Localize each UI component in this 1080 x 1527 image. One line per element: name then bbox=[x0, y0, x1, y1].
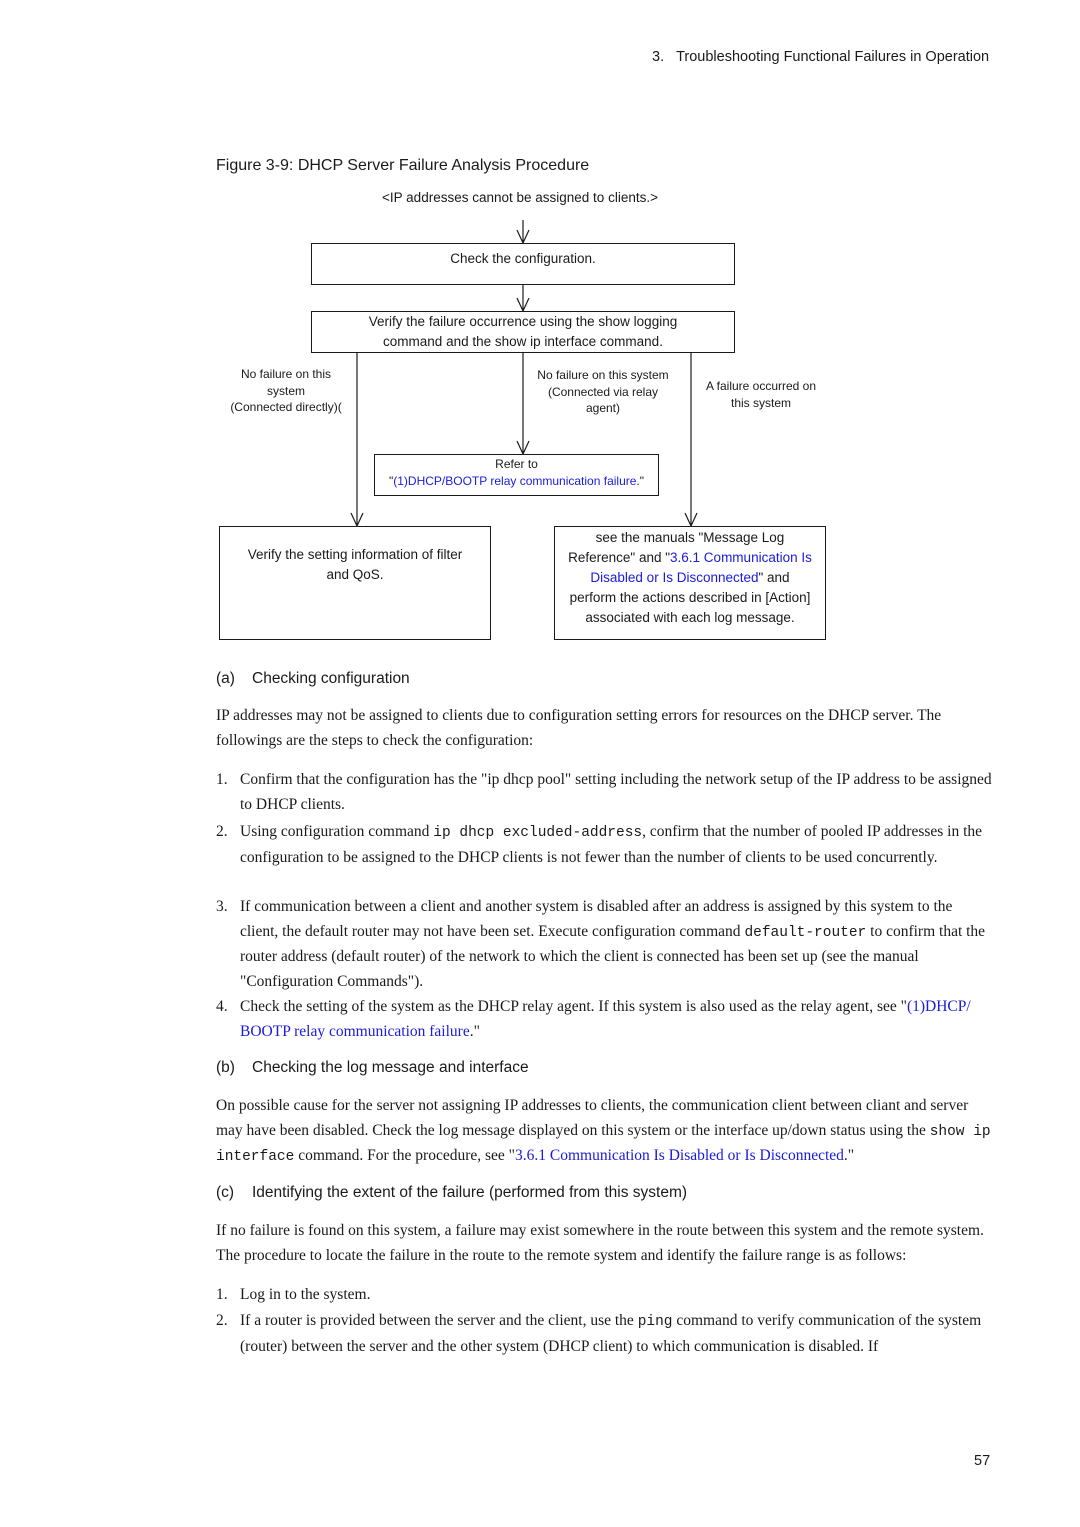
inline-code: ping bbox=[637, 1314, 673, 1330]
box-message-log-reference: see the manuals "Message Log Reference" … bbox=[554, 526, 826, 640]
box-log-line-2-text: Reference" and " bbox=[568, 550, 671, 565]
list-item-text: Check the setting of the system as the D… bbox=[240, 998, 907, 1015]
branch-left-line-1: No failure on this bbox=[240, 367, 332, 381]
list-item-text: If a router is provided between the serv… bbox=[240, 1312, 638, 1329]
box-check-configuration-text: Check the configuration. bbox=[450, 251, 596, 266]
section-b-marker: (b) bbox=[216, 1059, 235, 1076]
section-c-heading: (c) Identifying the extent of the failure… bbox=[216, 1184, 687, 1202]
section-a-heading: (a) Checking configuration bbox=[216, 670, 410, 688]
paragraph-text: On possible cause for the server not ass… bbox=[216, 1097, 969, 1139]
list-item-text: Confirm that the configuration has the "… bbox=[240, 771, 992, 813]
list-item: 3. If communication between a client and… bbox=[216, 895, 994, 994]
box-filter-line-1: Verify the setting information of filter bbox=[247, 547, 463, 562]
section-c-marker: (c) bbox=[216, 1184, 235, 1201]
list-item-text: Log in to the system. bbox=[240, 1286, 371, 1303]
box-verify-line-2: command and the show ip interface comman… bbox=[383, 334, 663, 349]
branch-right-line-2: this system bbox=[730, 395, 791, 410]
inline-code: default-router bbox=[744, 924, 867, 941]
list-item: 1. Log in to the system. bbox=[216, 1283, 994, 1308]
section-b-heading: (b) Checking the log message and interfac… bbox=[216, 1059, 529, 1077]
list-item-number: 2. bbox=[216, 823, 228, 840]
section-c-intro: If no failure is found on this system, a… bbox=[216, 1222, 984, 1264]
quote-close: ." bbox=[636, 473, 645, 488]
box-refer-line-1: Refer to bbox=[495, 457, 538, 471]
box-refer-relay-failure: Refer to "(1)DHCP/BOOTP relay communicat… bbox=[374, 454, 659, 496]
branch-left-line-2: system bbox=[266, 383, 305, 398]
link-communication-disabled[interactable]: 3.6.1 Communication Is Disabled or Is Di… bbox=[515, 1147, 844, 1164]
box-verify-failure: Verify the failure occurrence using the … bbox=[311, 311, 735, 353]
list-item-number: 1. bbox=[216, 771, 228, 788]
branch-middle-line-2: (Connected via relay bbox=[547, 384, 659, 399]
branch-label-relay-agent: No failure on this system (Connected via… bbox=[528, 367, 678, 417]
branch-middle-line-1: No failure on this system bbox=[537, 368, 669, 382]
box-log-line-2: Reference" and "3.6.1 Communication Is bbox=[555, 548, 825, 568]
section-a-marker: (a) bbox=[216, 670, 235, 687]
list-item-number: 1. bbox=[216, 1286, 228, 1303]
link-communication-disabled-part2[interactable]: Disabled or Is Disconnected bbox=[590, 570, 758, 585]
box-filter-line-2: and QoS. bbox=[326, 567, 384, 582]
paragraph-text: command. For the procedure, see " bbox=[294, 1147, 515, 1164]
list-item-text: ." bbox=[469, 1022, 480, 1040]
box-verify-filter-qos: Verify the setting information of filter… bbox=[219, 526, 491, 640]
box-log-line-5: associated with each log message. bbox=[585, 610, 795, 625]
start-condition-label: <IP addresses cannot be assigned to clie… bbox=[382, 190, 658, 205]
list-item: 4. Check the setting of the system as th… bbox=[216, 995, 994, 1044]
list-item-number: 2. bbox=[216, 1312, 228, 1329]
box-refer-line-2: "(1)DHCP/BOOTP relay communication failu… bbox=[375, 473, 658, 490]
branch-middle-line-3: agent) bbox=[585, 401, 621, 415]
section-a-title: Checking configuration bbox=[252, 670, 410, 687]
section-a-intro: IP addresses may not be assigned to clie… bbox=[216, 707, 942, 749]
list-item-number: 4. bbox=[216, 998, 228, 1015]
inline-code: ip dhcp excluded-address bbox=[433, 825, 643, 841]
list-item: 2. Using configuration command ip dhcp e… bbox=[216, 820, 994, 870]
list-item-number: 3. bbox=[216, 898, 228, 915]
section-c-title: Identifying the extent of the failure (p… bbox=[252, 1184, 688, 1201]
list-item-text: Using configuration command bbox=[240, 823, 434, 840]
branch-left-line-3: (Connected directly)( bbox=[230, 400, 342, 414]
list-item: 2. If a router is provided between the s… bbox=[216, 1309, 994, 1359]
box-verify-line-1: Verify the failure occurrence using the … bbox=[368, 314, 678, 329]
section-b-title: Checking the log message and interface bbox=[252, 1059, 529, 1076]
link-relay-communication-failure[interactable]: (1)DHCP/BOOTP relay communication failur… bbox=[393, 474, 636, 488]
page-number: 57 bbox=[974, 1453, 991, 1469]
box-check-configuration: Check the configuration. bbox=[311, 243, 735, 285]
link-communication-disabled-part1[interactable]: 3.6.1 Communication Is bbox=[670, 550, 812, 565]
flowchart: <IP addresses cannot be assigned to clie… bbox=[0, 0, 1080, 660]
box-log-line-3-text: " and bbox=[758, 570, 790, 585]
box-log-line-1: see the manuals "Message Log bbox=[595, 530, 785, 545]
box-log-line-3: Disabled or Is Disconnected" and bbox=[555, 568, 825, 588]
box-log-line-4: perform the actions described in [Action… bbox=[569, 590, 811, 605]
branch-label-connected-directly: No failure on this system (Connected dir… bbox=[216, 366, 356, 416]
paragraph-text: ." bbox=[843, 1147, 855, 1164]
branch-right-line-1: A failure occurred on bbox=[705, 379, 817, 393]
section-b-paragraph: On possible cause for the server not ass… bbox=[216, 1094, 994, 1170]
list-item: 1. Confirm that the configuration has th… bbox=[216, 768, 994, 817]
branch-label-failure-occurred: A failure occurred on this system bbox=[696, 378, 826, 411]
